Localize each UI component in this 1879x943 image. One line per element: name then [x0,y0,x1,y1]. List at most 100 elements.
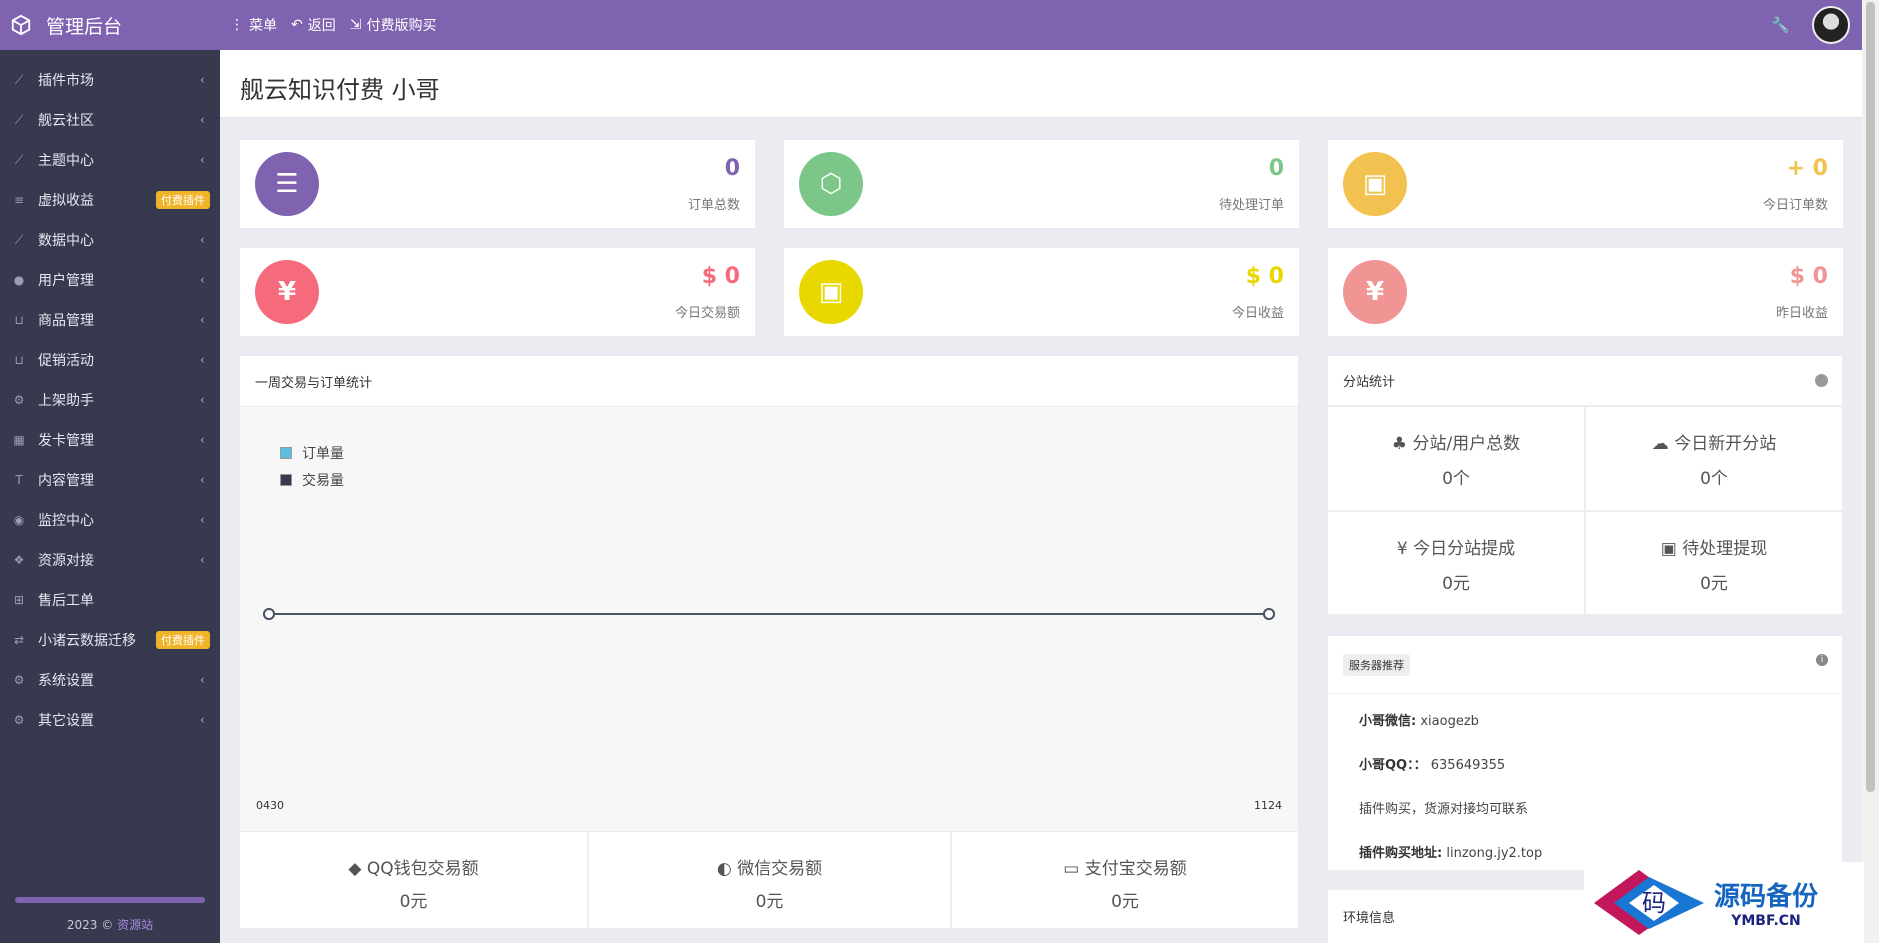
qq-wallet-stat: ◆ QQ钱包交易额 0元 [240,832,587,928]
sidebar-item-5[interactable]: ● 用户管理 ‹ [0,260,220,300]
sign-out-icon: ⇲ [349,17,362,33]
x-tick-end: 1124 [1254,799,1282,812]
avatar[interactable] [1812,6,1850,44]
sidebar-item-4[interactable]: ⟋ 数据中心 ‹ [0,220,220,260]
today-orders-card: ▣ + 0 今日订单数 [1328,140,1843,228]
today-income-card: ▣ $ 0 今日收益 [784,248,1299,336]
yesterday-income-value: $ 0 [1789,264,1828,289]
weekly-stats-panel: 一周交易与订单统计 [240,356,1298,406]
sidebar-item-3[interactable]: ≡ 虚拟收益 付费插件 [0,180,220,220]
exchange-icon: ⇄ [13,633,25,647]
yesterday-income-icon: ¥ [1343,260,1407,324]
sidebar-item-1[interactable]: ⟋ 舰云社区 ‹ [0,100,220,140]
wechat-stat: ◐ 微信交易额 0元 [588,832,950,928]
today-income-icon: ▣ [799,260,863,324]
sidebar-item-label: 插件市场 [38,73,94,89]
substation-total: ♣ 分站/用户总数 0个 [1328,407,1584,510]
sidebar-item-8[interactable]: ⚙ 上架助手 ‹ [0,380,220,420]
sidebar-item-label: 内容管理 [38,473,94,489]
sidebar-item-label: 售后工单 [38,593,94,609]
total-orders-icon: ☰ [255,152,319,216]
sidebar: ⟋ 插件市场 ‹ ⟋ 舰云社区 ‹ ⟋ 主题中心 ‹ ≡ 虚拟收益 付费插件 ⟋ 数据中心 ‹ ● 用户管理 ‹ ⊔… [0,50,220,943]
watermark-mark: 码 [1642,889,1666,917]
total-orders-value: 0 [724,156,740,181]
scrollbar-thumb[interactable] [1866,2,1875,792]
sidebar-item-16[interactable]: ⚙ 其它设置 ‹ [0,700,220,740]
sidebar-item-12[interactable]: ❖ 资源对接 ‹ [0,540,220,580]
qq-icon: ◆ [348,859,362,879]
chart-line-icon: ⟋ [14,72,24,87]
sidebar-item-label: 舰云社区 [38,113,94,129]
footer-link[interactable]: 资源站 [117,918,153,932]
today-trade-label: 今日交易额 [674,306,740,321]
pending-withdraw-title: 待处理提现 [1682,539,1768,559]
chevron-left-icon: ‹ [199,312,205,328]
total-orders-card: ☰ 0 订单总数 [240,140,755,228]
chevron-left-icon: ‹ [199,72,205,88]
sidebar-item-label: 发卡管理 [38,433,94,449]
sidebar-item-0[interactable]: ⟋ 插件市场 ‹ [0,60,220,100]
yesterday-income-card: ¥ $ 0 昨日收益 [1328,248,1843,336]
plugin-buy-url-label: 插件购买地址 [1359,846,1438,861]
cart-icon: ⊔ [14,313,24,327]
alipay-stat: ▭ 支付宝交易额 0元 [951,832,1298,928]
substation-total-value: 0个 [1442,469,1470,489]
chevron-left-icon: ‹ [199,672,205,688]
user-icon: ● [13,273,25,287]
undo-icon: ↶ [291,17,303,33]
contact-wechat-sep: : [1411,714,1417,729]
watermark-diamond-icon: 码 [1594,870,1704,935]
footer-copyright: 2023 © [66,918,114,932]
sidebar-item-11[interactable]: ◉ 监控中心 ‹ [0,500,220,540]
wechat-value: 0元 [755,892,784,912]
weekly-chart-plot [263,608,1275,620]
sidebar-item-label: 虚拟收益 [38,193,94,209]
chevron-left-icon: ‹ [199,512,205,528]
page-title: 舰云知识付费 小哥 [240,76,440,104]
today-income-label: 今日收益 [1231,306,1284,321]
cart-icon: ⊔ [14,353,24,367]
pending-orders-icon: ⬡ [799,152,863,216]
sidebar-item-label: 资源对接 [38,553,94,569]
substation-commission-value: 0元 [1442,574,1470,594]
sidebar-item-15[interactable]: ⚙ 系统设置 ‹ [0,660,220,700]
weekly-chart: 订单量 交易量 0430 1124 [240,407,1298,831]
contact-wechat-value: xiaogezb [1420,714,1479,729]
sidebar-item-label: 系统设置 [38,673,94,689]
brand[interactable]: 管理后台 [0,0,220,50]
plugin-buy-url-value[interactable]: linzong.jy2.top [1446,846,1542,861]
sidebar-item-9[interactable]: ▦ 发卡管理 ‹ [0,420,220,460]
pending-orders-label: 待处理订单 [1218,198,1284,213]
menu-button[interactable]: ⋮ 菜单 [230,15,277,35]
substation-new-value: 0个 [1700,469,1728,489]
back-button[interactable]: ↶ 返回 [291,15,336,35]
cogs-icon: ⚙ [13,393,25,407]
cube-logo-icon [11,14,31,36]
watermark-logo: 码 源码备份 YMBF.CN [1584,862,1864,943]
sidebar-item-13[interactable]: ⊞ 售后工单 [0,580,220,620]
wrench-icon[interactable]: 🔧 [1771,16,1790,34]
server-recommend-tag: 服务器推荐 [1343,654,1410,676]
text-icon: T [15,473,23,487]
wechat-title: 微信交易额 [737,859,823,879]
contact-wechat: 小哥微信: xiaogezb [1359,710,1479,729]
chevron-left-icon: ‹ [199,352,205,368]
sidebar-item-2[interactable]: ⟋ 主题中心 ‹ [0,140,220,180]
pending-withdraw: ▣ 待处理提现 0元 [1585,511,1842,614]
top-bar: 管理后台 ⋮ 菜单 ↶ 返回 ⇲ 付费版购买 🔧 [0,0,1862,50]
sidebar-item-6[interactable]: ⊔ 商品管理 ‹ [0,300,220,340]
vertical-scrollbar[interactable] [1862,0,1879,943]
money-icon: ▣ [1660,539,1677,559]
sidebar-item-label: 小诸云数据迁移 [38,633,136,649]
sidebar-item-14[interactable]: ⇄ 小诸云数据迁移 付费插件 [0,620,220,660]
sidebar-item-7[interactable]: ⊔ 促销活动 ‹ [0,340,220,380]
info-icon[interactable]: i [1816,654,1828,666]
status-dot-icon[interactable] [1815,374,1828,387]
pending-withdraw-value: 0元 [1700,574,1728,594]
menu-label: 菜单 [249,18,277,34]
sidebar-progress [15,897,205,903]
sidebar-item-10[interactable]: T 内容管理 ‹ [0,460,220,500]
today-trade-value: $ 0 [701,264,740,289]
paid-version-button[interactable]: ⇲ 付费版购买 [350,15,437,35]
weekly-stats-title: 一周交易与订单统计 [255,375,373,391]
